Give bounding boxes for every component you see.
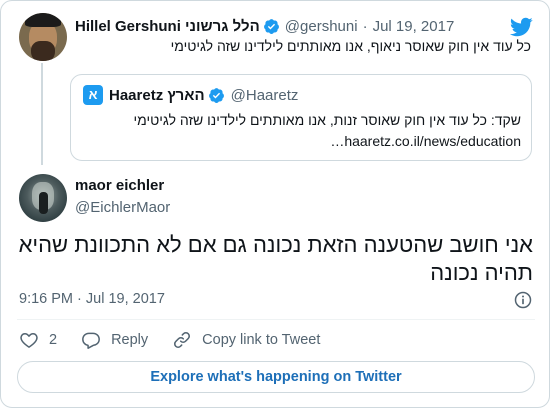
tweet-actions: 2 Reply Copy link to Tweet (19, 329, 344, 351)
divider (17, 319, 535, 320)
main-author-name[interactable]: maor eichler (75, 177, 164, 194)
quoted-tweet-link[interactable]: haaretz.co.il/news/education… (83, 133, 521, 149)
main-tweet-text: אני חושב שהטענה הזאת נכונה גם אם לא התכו… (18, 232, 533, 285)
avatar-beard (31, 41, 55, 61)
reply-button[interactable]: Reply (81, 330, 148, 350)
heart-icon (20, 333, 38, 348)
twitter-bird-icon[interactable] (509, 15, 533, 39)
parent-tweet-header: Hillel Gershuni הלל גרשוני @gershuni · J… (75, 16, 454, 36)
tweet-date: Jul 19, 2017 (85, 291, 165, 307)
link-icon (174, 332, 191, 348)
quoted-tweet-text: שקד: כל עוד אין חוק שאוסר זנות, אנו מאות… (133, 112, 521, 128)
reply-icon (82, 332, 100, 349)
quoted-tweet[interactable]: א Haaretz הארץ @Haaretz שקד: כל עוד אין … (70, 74, 532, 161)
quoted-author-avatar[interactable]: א (83, 85, 103, 105)
parent-author-handle[interactable]: @gershuni (285, 18, 358, 35)
parent-author-name[interactable]: Hillel Gershuni הלל גרשוני (75, 18, 260, 35)
quoted-author-name[interactable]: Haaretz הארץ (109, 87, 205, 104)
parent-tweet-date[interactable]: Jul 19, 2017 (373, 18, 455, 35)
copy-link-button[interactable]: Copy link to Tweet (172, 330, 320, 350)
main-tweet-timestamp[interactable]: 9:16 PM · Jul 19, 2017 (19, 291, 165, 307)
tweet-time: 9:16 PM (19, 291, 73, 307)
separator-dot: · (77, 291, 82, 307)
verified-badge-icon (263, 18, 279, 34)
like-count: 2 (49, 332, 58, 348)
info-icon[interactable] (513, 290, 533, 310)
avatar-figure (39, 192, 48, 214)
verified-badge-icon (208, 87, 224, 103)
main-author-avatar[interactable] (19, 174, 67, 222)
main-author-handle[interactable]: @EichlerMaor (75, 199, 170, 216)
explore-twitter-button[interactable]: Explore what's happening on Twitter (17, 361, 535, 393)
avatar-hat (25, 13, 61, 27)
parent-tweet-text: כל עוד אין חוק שאוסר ניאוף, אנו מאותתים … (170, 38, 531, 54)
separator-dot: · (362, 17, 368, 35)
like-button[interactable]: 2 (19, 330, 57, 350)
tweet-embed-card: Hillel Gershuni הלל גרשוני @gershuni · J… (0, 0, 550, 408)
quoted-author-handle[interactable]: @Haaretz (231, 87, 299, 104)
quoted-tweet-header: Haaretz הארץ @Haaretz (109, 85, 298, 105)
parent-author-avatar[interactable] (19, 13, 67, 61)
thread-connector-line (41, 63, 43, 165)
reply-label: Reply (111, 332, 149, 348)
copy-link-label: Copy link to Tweet (202, 332, 321, 348)
